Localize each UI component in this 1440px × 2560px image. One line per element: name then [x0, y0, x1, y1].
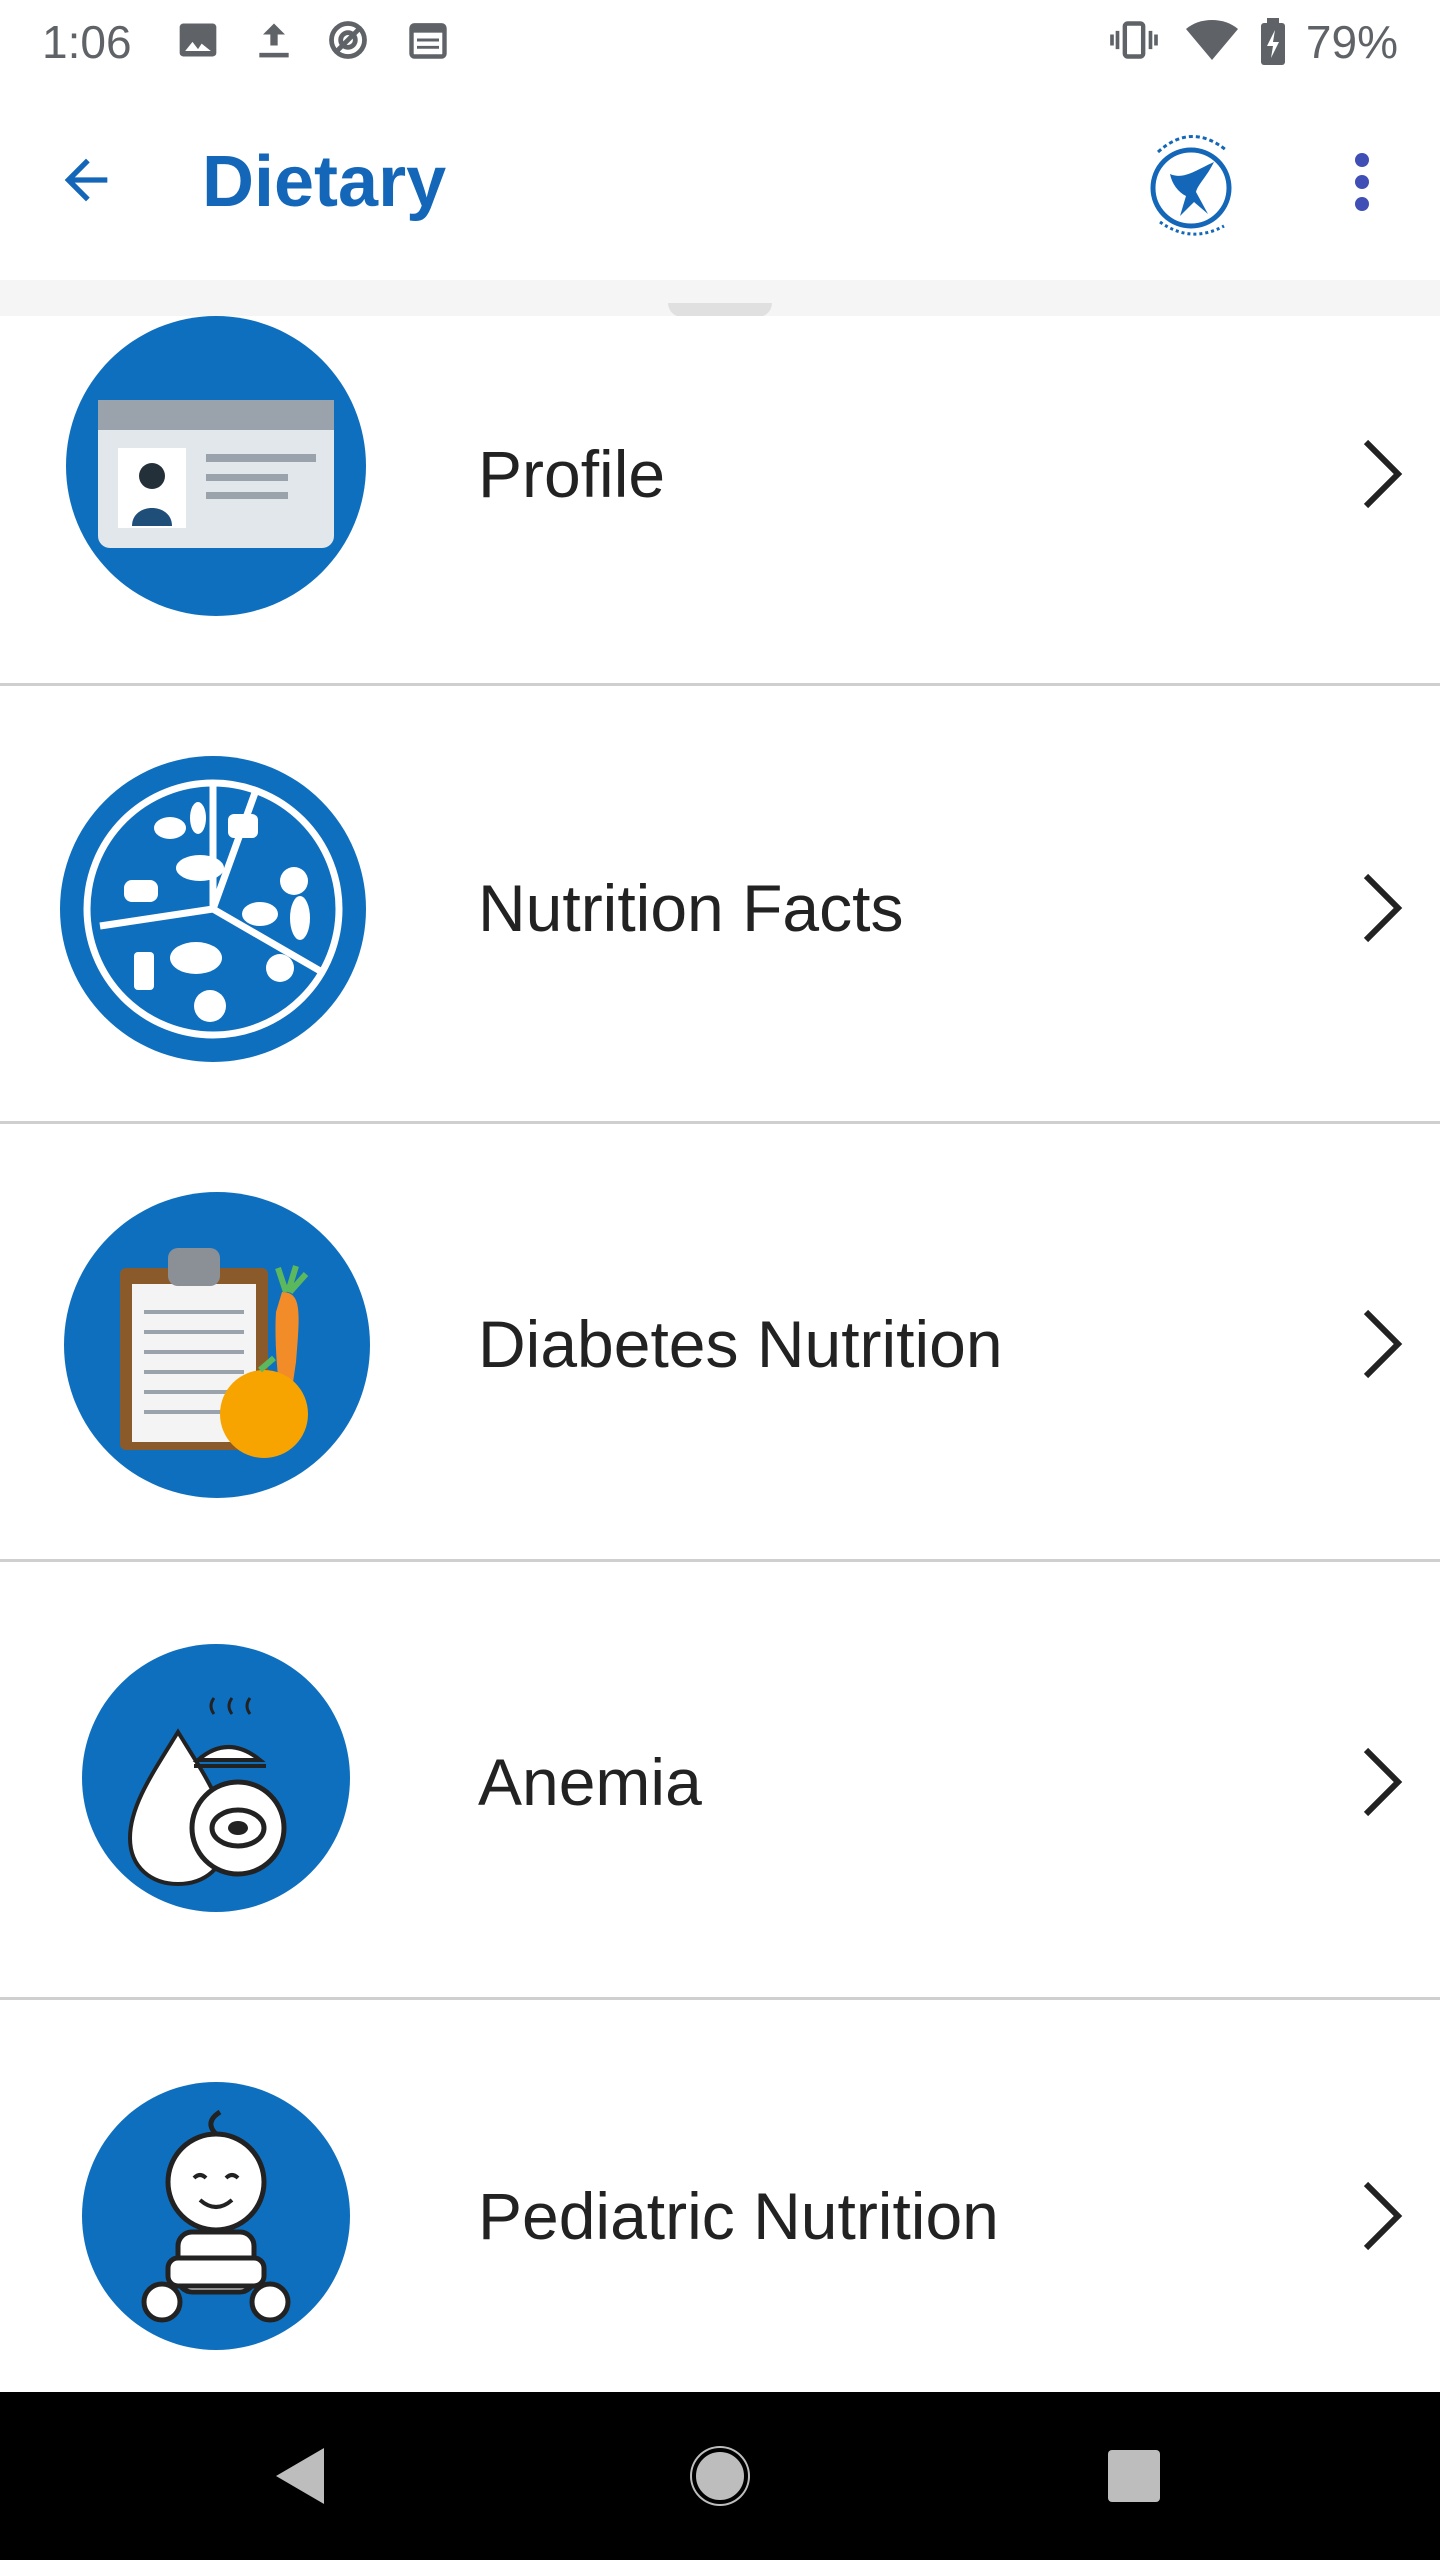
list-item-label: Anemia: [478, 1745, 702, 1819]
app-bar: Dietary: [0, 84, 1440, 280]
list-item-label: Nutrition Facts: [478, 871, 904, 945]
list-item-pediatric-nutrition[interactable]: Pediatric Nutrition: [0, 2000, 1440, 2392]
menu-list: Profile Nutrition Facts Diabetes Nutriti…: [0, 316, 1440, 2392]
status-time: 1:06: [42, 16, 132, 68]
nav-home-button[interactable]: [670, 2426, 770, 2526]
battery-percent: 79%: [1305, 16, 1398, 68]
calendar-icon: [406, 18, 450, 67]
chevron-right-icon: [1363, 1309, 1403, 1379]
list-item-label: Profile: [478, 437, 666, 511]
status-bar: 1:06 79%: [0, 0, 1440, 84]
id-card-icon: [66, 316, 366, 616]
nav-back-button[interactable]: [250, 2426, 350, 2526]
list-item-nutrition-facts[interactable]: Nutrition Facts: [0, 686, 1440, 1124]
chevron-right-icon: [1363, 1747, 1403, 1817]
wifi-icon: [1186, 18, 1238, 67]
clipboard-fruit-icon: [64, 1192, 370, 1498]
battery-charging-icon: [1258, 18, 1288, 71]
list-item-profile[interactable]: Profile: [0, 316, 1440, 686]
overflow-menu-button[interactable]: [1316, 136, 1408, 228]
pull-indicator: [668, 303, 772, 317]
more-vertical-icon: [1355, 153, 1369, 211]
back-button[interactable]: [40, 134, 132, 226]
nav-recents-button[interactable]: [1084, 2426, 1184, 2526]
home-circle-icon: [690, 2446, 750, 2506]
page-title: Dietary: [202, 142, 447, 222]
chevron-right-icon: [1363, 439, 1403, 509]
baby-icon: [82, 2082, 350, 2350]
sync-icon: [326, 18, 370, 67]
list-item-diabetes-nutrition[interactable]: Diabetes Nutrition: [0, 1124, 1440, 1562]
upload-icon: [252, 18, 296, 67]
food-plate-icon: [60, 756, 366, 1062]
screen: 1:06 79% Dietary Profile Nutrition Facts…: [0, 0, 1440, 2560]
blood-drop-meat-icon: [82, 1644, 350, 1912]
list-item-label: Pediatric Nutrition: [478, 2179, 999, 2253]
chevron-right-icon: [1363, 2181, 1403, 2251]
recents-square-icon: [1108, 2450, 1160, 2502]
list-item-label: Diabetes Nutrition: [478, 1307, 1003, 1381]
system-nav-bar: [0, 2392, 1440, 2560]
kuwait-oil-company-logo: [1136, 122, 1246, 248]
list-item-anemia[interactable]: Anemia: [0, 1562, 1440, 2000]
chevron-right-icon: [1363, 873, 1403, 943]
image-icon: [176, 18, 220, 67]
back-triangle-icon: [276, 2448, 324, 2504]
vibrate-icon: [1110, 18, 1158, 67]
arrow-left-icon: [64, 158, 108, 202]
